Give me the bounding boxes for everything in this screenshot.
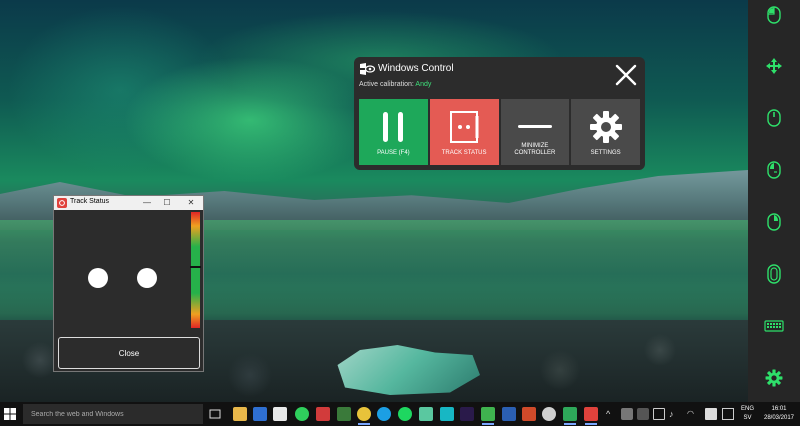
volume-icon[interactable]: ♪ <box>669 408 681 420</box>
add-app-icon[interactable] <box>440 407 454 421</box>
right-click-icon <box>767 213 781 231</box>
settings-button[interactable]: SETTINGS <box>571 99 640 165</box>
move-tool[interactable] <box>748 51 800 81</box>
app-icon <box>57 198 67 208</box>
close-icon[interactable] <box>613 62 639 88</box>
window-close-button[interactable]: ✕ <box>184 197 198 209</box>
android-app-icon[interactable] <box>337 407 351 421</box>
language-indicator[interactable]: ENG SV <box>741 405 754 423</box>
image-app-icon[interactable] <box>419 407 433 421</box>
minimize-controller-button[interactable]: MINIMIZE CONTROLLER <box>500 99 570 165</box>
keyboard-tool[interactable] <box>748 311 800 341</box>
clock-date: 28/03/2017 <box>763 415 795 421</box>
windows-control-app-icon[interactable] <box>563 407 577 425</box>
double-click-tool[interactable] <box>748 155 800 185</box>
outlook-icon[interactable] <box>253 407 267 421</box>
left-click-icon <box>767 6 781 24</box>
track-status-button[interactable]: TRACK STATUS <box>429 99 499 165</box>
windows-control-panel: Windows Control Active calibration: Andy… <box>354 57 645 170</box>
camtasia-icon[interactable] <box>481 407 495 425</box>
move-icon <box>766 58 782 74</box>
track-status-window: Track Status — ☐ ✕ Close <box>53 195 204 372</box>
eye-tracking-view <box>54 210 203 330</box>
pdf-reader-icon[interactable] <box>316 407 330 421</box>
pause-icon <box>383 112 404 142</box>
after-effects-icon[interactable] <box>460 407 474 421</box>
paint-icon[interactable] <box>542 407 556 421</box>
minimize-controller-label: MINIMIZE CONTROLLER <box>514 143 556 156</box>
scroll-mouse-icon <box>767 109 781 127</box>
wifi-icon[interactable]: ◠ <box>687 408 699 420</box>
calibration-label: Active calibration: <box>359 81 414 88</box>
drag-tool[interactable] <box>748 259 800 289</box>
chrome-icon[interactable] <box>357 407 371 425</box>
calibration-name: Andy <box>415 81 432 88</box>
tray-chevron-up-icon[interactable]: ^ <box>606 408 618 420</box>
taskbar: ^ ♪ ◠ ENG SV 16:01 28/03/2017 <box>0 402 800 426</box>
double-click-icon <box>767 161 781 179</box>
tray-app-icon[interactable] <box>621 408 633 420</box>
distance-meter <box>191 212 200 328</box>
window-maximize-button[interactable]: ☐ <box>160 197 174 209</box>
track-status-icon <box>450 111 479 143</box>
clock-time: 16:01 <box>771 406 787 412</box>
task-view-icon[interactable] <box>208 407 222 421</box>
scroll-tool[interactable] <box>748 103 800 133</box>
close-button[interactable]: Close <box>58 337 200 369</box>
windows-start-icon[interactable] <box>2 406 18 422</box>
track-status-app-icon[interactable] <box>584 407 598 425</box>
toolbar-settings-button[interactable] <box>748 363 800 393</box>
battery-icon[interactable] <box>653 408 665 420</box>
word-icon[interactable] <box>502 407 516 421</box>
right-eye-indicator <box>137 268 157 288</box>
calendar-icon[interactable] <box>273 407 287 421</box>
skype-icon[interactable] <box>377 407 391 421</box>
spotify-icon[interactable] <box>398 407 412 421</box>
left-click-tool[interactable] <box>748 0 800 30</box>
whatsapp-icon[interactable] <box>295 407 309 421</box>
minimize-icon <box>517 125 552 128</box>
windows-control-title: Windows Control <box>378 63 454 74</box>
notification-icon[interactable] <box>705 408 717 420</box>
window-minimize-button[interactable]: — <box>140 197 154 209</box>
track-status-titlebar[interactable]: Track Status — ☐ ✕ <box>54 196 203 210</box>
settings-label: SETTINGS <box>590 150 621 156</box>
tray-app2-icon[interactable] <box>637 408 649 420</box>
action-center-icon[interactable] <box>722 408 734 420</box>
active-calibration: Active calibration: Andy <box>359 81 431 88</box>
gaze-toolbar <box>748 0 800 402</box>
settings-icon <box>765 369 783 387</box>
control-tiles: PAUSE (F4) TRACK STATUS MINIMIZE CONTROL… <box>359 99 640 165</box>
drag-icon <box>767 264 781 284</box>
track-status-label: TRACK STATUS <box>441 150 487 156</box>
distance-marker <box>190 266 201 268</box>
pause-label: PAUSE (F4) <box>377 150 410 156</box>
tobii-logo-icon <box>360 63 375 75</box>
track-status-title: Track Status <box>70 198 110 205</box>
left-eye-indicator <box>88 268 108 288</box>
right-click-tool[interactable] <box>748 207 800 237</box>
file-explorer-icon[interactable] <box>233 407 247 421</box>
clock[interactable]: 16:01 28/03/2017 <box>760 405 798 423</box>
gear-icon <box>589 111 622 143</box>
keyboard-icon <box>764 320 784 332</box>
pause-button[interactable]: PAUSE (F4) <box>359 99 428 165</box>
taskbar-search-input[interactable] <box>23 404 203 424</box>
powerpoint-icon[interactable] <box>522 407 536 421</box>
